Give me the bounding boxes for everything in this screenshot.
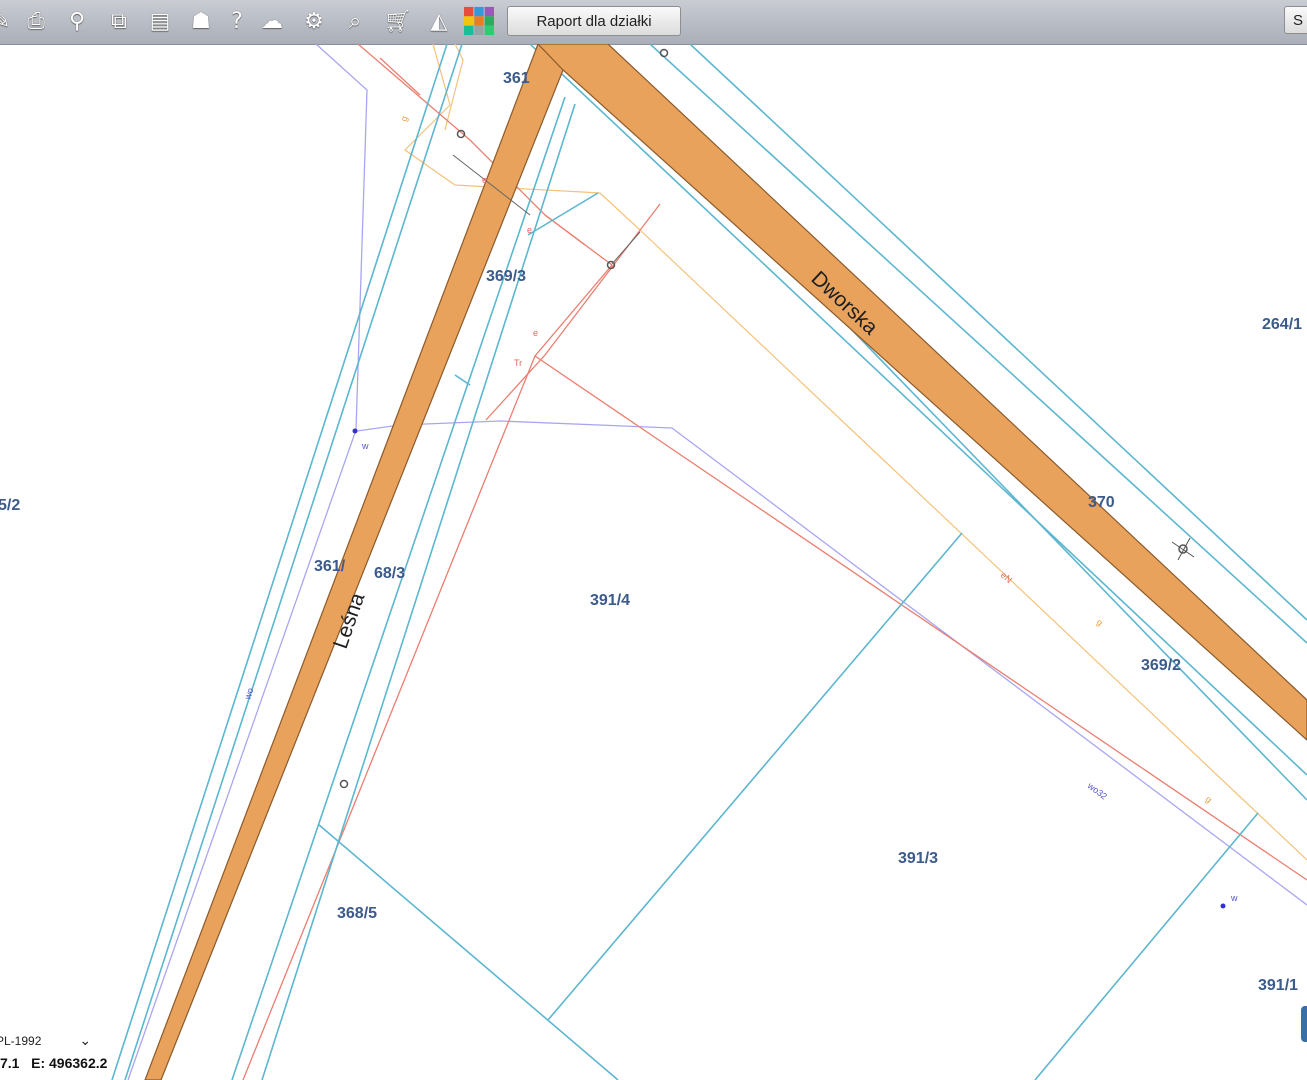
layout-icon[interactable]: ▤ <box>145 6 175 36</box>
parcel-label[interactable]: 264/1 <box>1262 316 1302 333</box>
parcel-label[interactable]: 5/2 <box>0 497 20 514</box>
survey-points <box>339 48 1226 909</box>
settings-icon[interactable]: ⚙ <box>299 6 329 36</box>
parcel-label[interactable]: 368/5 <box>337 905 377 922</box>
gas-lines <box>404 44 1307 861</box>
utility-label: e <box>533 328 538 338</box>
edit-icon[interactable]: ✎ <box>0 6 16 36</box>
cloud-upload-icon[interactable]: ☁ <box>257 6 287 36</box>
side-panel-tab[interactable] <box>1301 1006 1307 1042</box>
utility-label: e <box>482 175 487 185</box>
parcel-label[interactable]: 391/3 <box>898 850 938 867</box>
utility-label: wo32 <box>1085 780 1109 802</box>
copy-icon[interactable]: ⧉ <box>104 6 134 36</box>
parcel-label[interactable]: 361/ <box>314 558 346 575</box>
utility-label: wo <box>242 687 255 702</box>
map-canvas[interactable]: Leśna Dworska 361 369/3 264/1 5/2 370 36… <box>0 44 1307 1080</box>
location-pin-icon[interactable]: ⚲ <box>62 6 92 36</box>
chevron-down-icon[interactable]: ⌄ <box>79 1032 91 1049</box>
utility-label: g <box>1204 794 1214 805</box>
crs-selector[interactable]: PL-1992 ⌄ <box>0 1032 91 1049</box>
crs-value: PL-1992 <box>0 1033 42 1048</box>
parcel-label[interactable]: 68/3 <box>374 565 405 582</box>
help-icon[interactable]: ? <box>222 6 252 36</box>
parcel-label[interactable]: 369/2 <box>1141 657 1181 674</box>
search-button[interactable]: S <box>1284 6 1307 34</box>
utility-label: w <box>1230 893 1238 903</box>
parcel-label[interactable]: 370 <box>1088 494 1115 511</box>
parcel-label[interactable]: 361 <box>503 70 530 87</box>
parcel-label[interactable]: 391/4 <box>590 592 630 609</box>
print-icon[interactable]: ⎙ <box>21 6 51 36</box>
parcel-label[interactable]: 369/3 <box>486 268 526 285</box>
utility-label: e <box>527 225 532 235</box>
utility-label: Tr <box>514 358 522 368</box>
report-for-parcel-button[interactable]: Raport dla działki <box>507 6 681 36</box>
toolbar: ✎ ⎙ ⚲ ⧉ ▤ ☗ ? ☁ ⚙ ⌕ 🛒︎ ◭ Raport dla dzia… <box>0 0 1307 45</box>
utility-label: g <box>398 115 409 123</box>
parcel-label[interactable]: 391/1 <box>1258 977 1298 994</box>
shape-icon[interactable]: ☗ <box>186 6 216 36</box>
zoom-icon[interactable]: ⌕ <box>340 6 370 36</box>
utility-label: w <box>361 441 369 451</box>
cart-icon[interactable]: 🛒︎ <box>383 6 413 36</box>
layers-icon[interactable] <box>464 6 494 36</box>
measure-icon[interactable]: ◭ <box>424 6 454 36</box>
coordinates-readout: 7.1 E: 496362.2 <box>0 1055 108 1071</box>
utility-label: g <box>1095 617 1105 628</box>
utility-label: eN <box>999 570 1014 585</box>
